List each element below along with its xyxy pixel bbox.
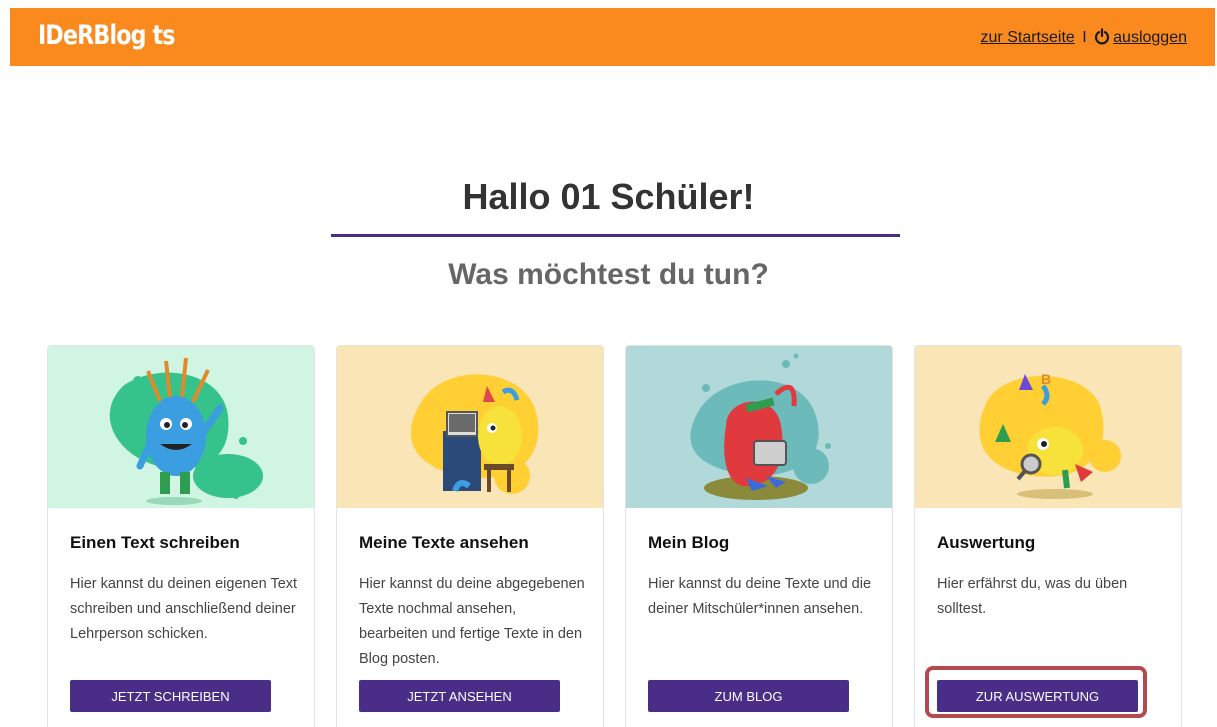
logout-link[interactable]: ausloggen xyxy=(1113,29,1187,46)
card-description: Hier erfährst du, was du üben solltest. xyxy=(937,576,1128,617)
blog-button[interactable]: Zum Blog xyxy=(648,680,849,712)
red-monster-reading-illustration xyxy=(626,346,892,508)
svg-text:B: B xyxy=(1041,371,1051,387)
blue-monster-with-pencils-illustration xyxy=(48,346,314,508)
top-links: zur Startseite I ausloggen xyxy=(981,28,1187,50)
card-title: Meine Texte ansehen xyxy=(359,533,529,552)
yellow-monster-at-computer-illustration xyxy=(337,346,603,508)
card-title: Mein Blog xyxy=(648,533,730,552)
card-description: Hier kannst du deine Texte und die deine… xyxy=(648,576,872,617)
card-view-texts: Meine Texte ansehen Hier kannst du deine… xyxy=(336,345,604,727)
title-divider xyxy=(331,234,900,237)
power-icon[interactable] xyxy=(1094,28,1110,50)
page-subtitle: Was möchtest du tun? xyxy=(448,258,769,291)
home-link[interactable]: zur Startseite xyxy=(981,29,1075,46)
link-separator: I xyxy=(1082,29,1087,46)
card-title: Einen Text schreiben xyxy=(70,533,240,552)
card-title: Auswertung xyxy=(937,533,1036,552)
card-description: Hier kannst du deine abgegebenen Texte n… xyxy=(359,576,585,667)
card-description: Hier kannst du deinen eigenen Text schre… xyxy=(70,576,298,642)
card-my-blog: Mein Blog Hier kannst du deine Texte und… xyxy=(625,345,893,727)
site-logo[interactable]: IDeRBlog ts xyxy=(38,20,175,51)
view-texts-button[interactable]: Jetzt ansehen xyxy=(359,680,560,712)
top-bar: IDeRBlog ts zur Startseite I ausloggen xyxy=(10,8,1215,66)
page-title: Hallo 01 Schüler! xyxy=(462,176,755,217)
yellow-monster-with-magnifier-illustration: B xyxy=(915,346,1181,508)
evaluation-button-highlight xyxy=(925,666,1147,718)
card-write-text: Einen Text schreiben Hier kannst du dein… xyxy=(47,345,315,727)
write-text-button[interactable]: Jetzt schreiben xyxy=(70,680,271,712)
